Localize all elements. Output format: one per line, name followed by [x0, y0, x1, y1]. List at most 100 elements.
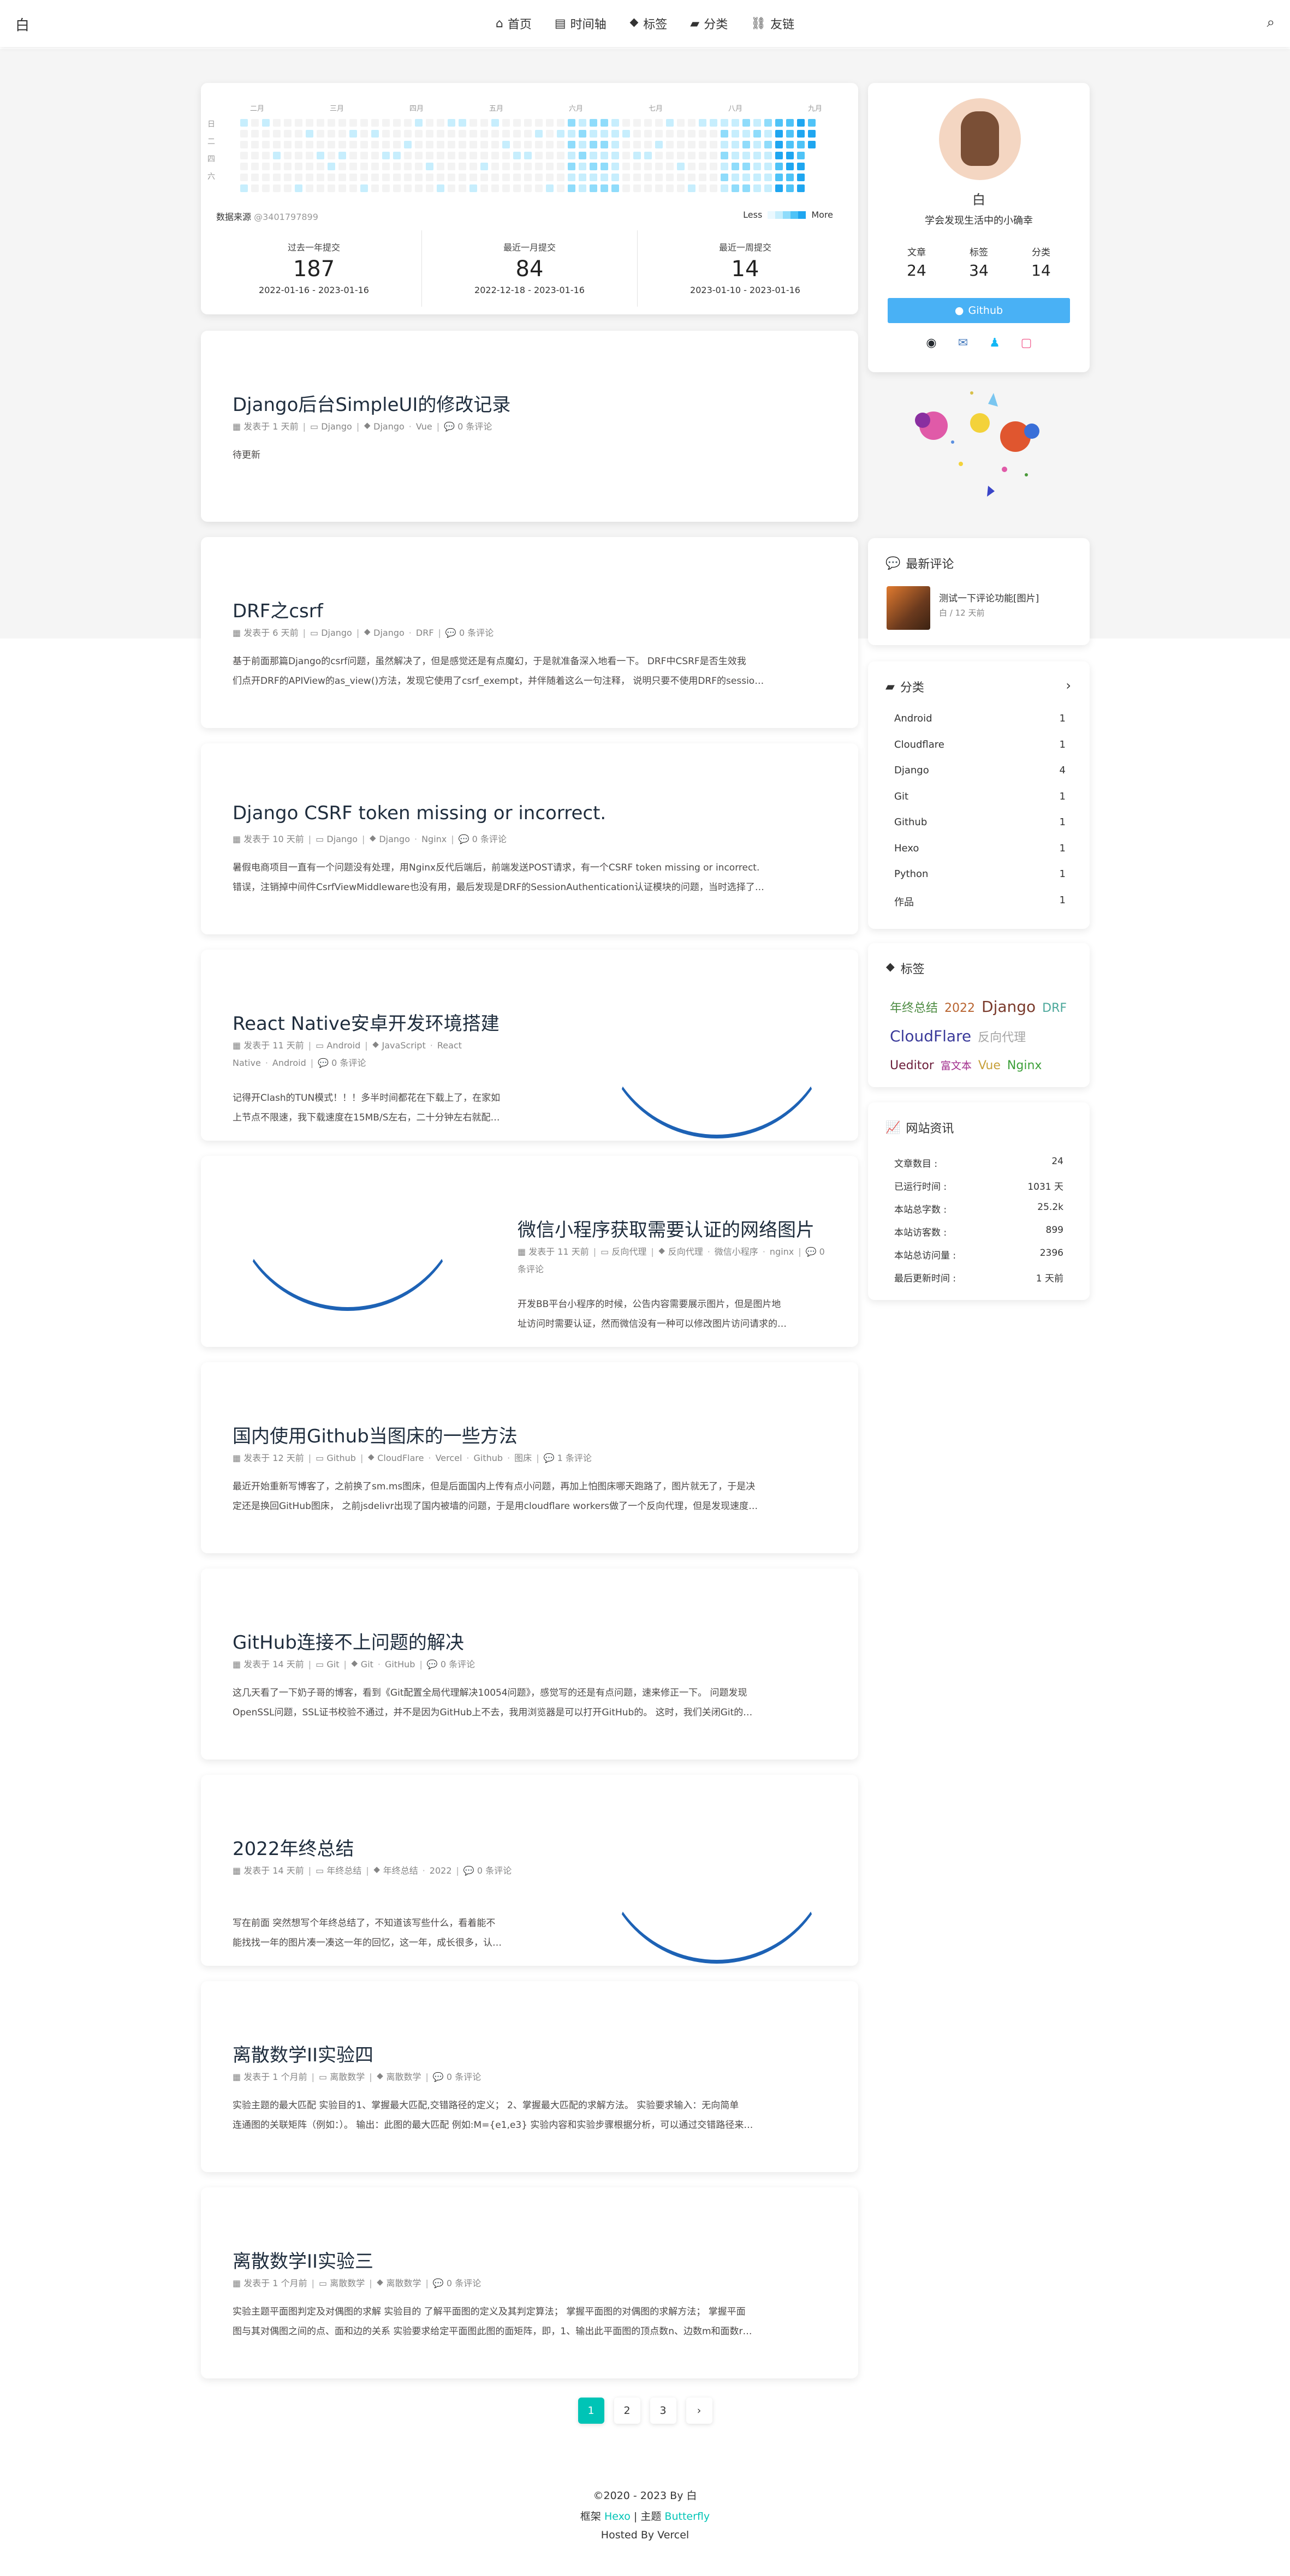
post-tag[interactable]: Git [361, 1659, 373, 1669]
post-tag[interactable]: 反向代理 [668, 1247, 703, 1257]
category-item[interactable]: Python 1 [894, 868, 1066, 880]
post-category[interactable]: Git [326, 1659, 339, 1669]
chevron-right-icon[interactable]: › [1066, 678, 1071, 693]
post-category[interactable]: Django [321, 421, 352, 432]
post-tag[interactable]: Vue [416, 421, 432, 432]
post-card[interactable]: 国内使用Github当图床的一些方法 ▦ 发表于 12 天前 | ▭ Github | ⯁… [201, 1362, 858, 1553]
post-comments[interactable]: 0 条评论 [441, 1659, 475, 1669]
hexo-link[interactable]: Hexo [604, 2511, 631, 2523]
post-tag[interactable]: 2022 [430, 1865, 452, 1876]
github-icon[interactable]: ◉ [924, 335, 939, 350]
tag-link[interactable]: Nginx [1007, 1059, 1042, 1072]
post-tag[interactable]: 微信小程序 [715, 1247, 758, 1257]
email-icon[interactable]: ✉ [955, 335, 971, 350]
post-tag[interactable]: Vercel [436, 1453, 462, 1463]
post-tag[interactable]: DRF [416, 628, 434, 638]
butterfly-link[interactable]: Butterfly [664, 2511, 710, 2523]
post-title[interactable]: 2022年终总结 [233, 1834, 354, 1861]
category-item[interactable]: 作品 1 [894, 895, 1066, 909]
post-tag[interactable]: 年终总结 [383, 1865, 418, 1876]
post-tag[interactable]: Android [272, 1058, 306, 1068]
post-tag[interactable]: 离散数学 [387, 2072, 421, 2082]
post-comments[interactable]: 0 条评论 [447, 2072, 481, 2082]
post-category[interactable]: 离散数学 [330, 2072, 365, 2082]
post-card[interactable]: React Native安卓开发环境搭建 ▦ 发表于 11 天前 | ▭ Androi… [201, 950, 858, 1141]
bilibili-icon[interactable]: ▢ [1019, 335, 1034, 350]
post-category[interactable]: Github [326, 1453, 356, 1463]
tag-link[interactable]: DRF [1042, 1001, 1067, 1015]
page-2-button[interactable]: 2 [614, 2398, 640, 2424]
category-item[interactable]: Cloudflare 1 [894, 739, 1066, 750]
post-tag[interactable]: 图床 [514, 1453, 532, 1463]
tag-link[interactable]: CloudFlare [890, 1027, 971, 1045]
post-title[interactable]: React Native安卓开发环境搭建 [233, 1009, 500, 1035]
page-3-button[interactable]: 3 [650, 2398, 676, 2424]
nav-item-categories[interactable]: ▰ 分类 [690, 15, 728, 32]
post-title[interactable]: 国内使用Github当图床的一些方法 [233, 1421, 518, 1448]
post-tag[interactable]: JavaScript [382, 1040, 426, 1051]
post-card[interactable]: Django后台SimpleUI的修改记录 ▦ 发表于 1 天前 | ▭ Django… [201, 331, 858, 522]
post-category[interactable]: Django [326, 834, 358, 844]
tag-link[interactable]: 反向代理 [978, 1031, 1026, 1045]
category-item[interactable]: Hexo 1 [894, 843, 1066, 854]
count-articles[interactable]: 文章 24 [887, 245, 947, 279]
post-comments[interactable]: 0 条评论 [472, 834, 507, 844]
post-title[interactable]: GitHub连接不上问题的解决 [233, 1627, 464, 1654]
category-item[interactable]: Django 4 [894, 765, 1066, 776]
post-comments[interactable]: 0 条评论 [457, 421, 492, 432]
post-card[interactable]: DRF之csrf ▦ 发表于 6 天前 | ▭ Django | ⯁ Django · DRF… [201, 537, 858, 728]
post-tag[interactable]: Django [373, 421, 405, 432]
post-title[interactable]: 离散数学II实验四 [233, 2040, 373, 2067]
nav-item-home[interactable]: ⌂ 首页 [496, 15, 532, 32]
post-category[interactable]: Django [321, 628, 352, 638]
post-comments[interactable]: 0 条评论 [447, 2278, 481, 2288]
post-title[interactable]: Django后台SimpleUI的修改记录 [233, 390, 510, 416]
source-id[interactable]: @3401797899 [254, 212, 318, 222]
comment-text[interactable]: 测试一下评论功能[图片] [939, 591, 1039, 604]
tag-link[interactable]: 年终总结 [890, 1001, 938, 1015]
category-item[interactable]: Github 1 [894, 816, 1066, 828]
count-categories[interactable]: 分类 14 [1011, 245, 1071, 279]
post-tag[interactable]: Django [379, 834, 410, 844]
post-comments[interactable]: 1 条评论 [557, 1453, 592, 1463]
post-cover-image[interactable] [231, 1156, 464, 1311]
post-tag[interactable]: nginx [770, 1247, 794, 1257]
post-title[interactable]: 微信小程序获取需要认证的网络图片 [518, 1215, 815, 1242]
post-tag[interactable]: Django [373, 628, 405, 638]
post-comments[interactable]: 0 条评论 [331, 1058, 366, 1068]
nav-item-links[interactable]: ⛓ 友链 [751, 15, 794, 32]
tag-link[interactable]: Django [982, 998, 1036, 1016]
category-item[interactable]: Git 1 [894, 791, 1066, 802]
post-comments[interactable]: 0 条评论 [459, 628, 494, 638]
nav-item-archive[interactable]: ▤ 时间轴 [555, 15, 607, 32]
page-1-button[interactable]: 1 [578, 2398, 604, 2424]
post-card[interactable]: Django CSRF token missing or incorrect. ▦… [201, 743, 858, 934]
category-item[interactable]: Android 1 [894, 713, 1066, 724]
post-cover-image[interactable] [601, 950, 833, 1138]
avatar[interactable] [939, 98, 1021, 180]
qq-icon[interactable]: ♟ [987, 335, 1002, 350]
post-card[interactable]: GitHub连接不上问题的解决 ▦ 发表于 14 天前 | ▭ Git | ⯁ Git · G… [201, 1569, 858, 1760]
post-cover-image[interactable] [601, 1775, 833, 1964]
search-icon[interactable]: ⌕ [1267, 14, 1275, 31]
post-card[interactable]: 离散数学II实验三 ▦ 发表于 1 个月前 | ▭ 离散数学 | ⯁ 离散数学 | 💬 0 条… [201, 2187, 858, 2378]
post-comments[interactable]: 0 条评论 [477, 1865, 512, 1876]
post-card[interactable]: 2022年终总结 ▦ 发表于 14 天前 | ▭ 年终总结 | ⯁ 年终总结 · 2022 | 💬… [201, 1775, 858, 1966]
post-title[interactable]: DRF之csrf [233, 596, 323, 623]
github-button[interactable]: ● Github [888, 298, 1070, 323]
post-card[interactable]: 离散数学II实验四 ▦ 发表于 1 个月前 | ▭ 离散数学 | ⯁ 离散数学 | 💬 0 条… [201, 1981, 858, 2172]
next-page-button[interactable]: › [686, 2398, 712, 2424]
post-tag[interactable]: Nginx [421, 834, 447, 844]
post-category[interactable]: Android [326, 1040, 360, 1051]
post-card[interactable]: 微信小程序获取需要认证的网络图片 ▦ 发表于 11 天前 | ▭ 反向代理 | ⯁ 反向代… [201, 1156, 858, 1347]
count-tags[interactable]: 标签 34 [949, 245, 1009, 279]
post-tag[interactable]: GitHub [385, 1659, 415, 1669]
tag-link[interactable]: 富文本 [941, 1060, 972, 1072]
post-tag[interactable]: 离散数学 [387, 2278, 421, 2288]
post-title[interactable]: 离散数学II实验三 [233, 2246, 373, 2273]
post-tag[interactable]: Github [474, 1453, 503, 1463]
tag-link[interactable]: Ueditor [890, 1059, 934, 1072]
tag-link[interactable]: Vue [978, 1059, 1001, 1072]
post-category[interactable]: 离散数学 [330, 2278, 365, 2288]
tag-link[interactable]: 2022 [944, 1001, 975, 1015]
